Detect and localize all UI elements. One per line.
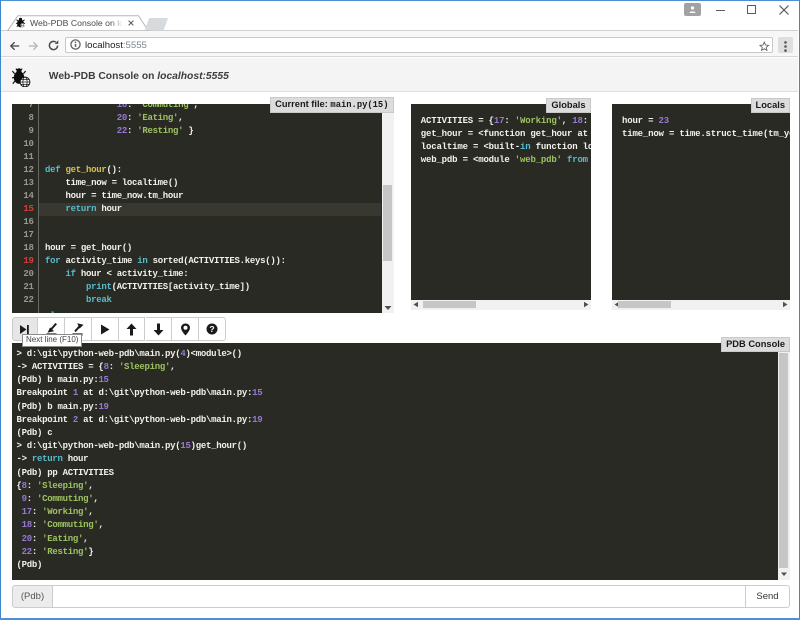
svg-text:?: ? — [209, 324, 214, 334]
